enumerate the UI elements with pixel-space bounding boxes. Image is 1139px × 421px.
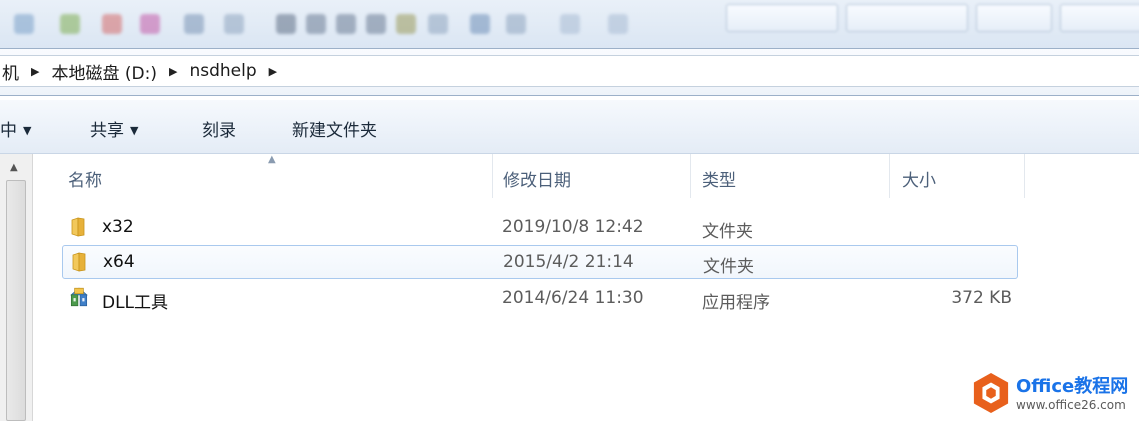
include-in-library-button[interactable]: 中 ▼ (0, 116, 31, 141)
file-name: x64 (103, 252, 135, 272)
new-folder-button[interactable]: 新建文件夹 (292, 116, 377, 141)
blurred-box (976, 4, 1052, 32)
watermark-brand: Office教程网 (1016, 376, 1129, 397)
file-date: 2015/4/2 21:14 (503, 252, 634, 272)
file-date: 2019/10/8 12:42 (502, 217, 644, 237)
file-date: 2014/6/24 11:30 (502, 288, 644, 308)
toolbar-blur-icon (276, 14, 296, 34)
folder-icon (72, 252, 86, 272)
toolbar-blur-icon (366, 14, 386, 34)
vertical-scrollbar[interactable]: ▲ (0, 154, 33, 421)
chevron-down-icon: ▼ (130, 124, 139, 137)
application-icon (70, 287, 88, 307)
blurred-box (726, 4, 838, 32)
column-header-size[interactable]: 大小 (890, 154, 1024, 200)
toolbar-blur-icon (60, 14, 80, 34)
table-row-selected[interactable]: x64 2015/4/2 21:14 文件夹 (62, 245, 1018, 279)
toolbar-blur-icon (336, 14, 356, 34)
column-header-date-label: 修改日期 (503, 171, 571, 191)
folder-icon (71, 217, 85, 237)
toolbar-blur-icon (560, 14, 580, 34)
scrollbar-thumb[interactable] (6, 180, 26, 421)
table-row[interactable]: x32 2019/10/8 12:42 文件夹 (62, 210, 1018, 244)
toolbar-blur-icon (470, 14, 490, 34)
burn-label: 刻录 (202, 121, 236, 141)
column-header-type-label: 类型 (702, 171, 736, 191)
blurred-toolbar (0, 0, 1139, 48)
breadcrumb-item-computer[interactable]: 机 (2, 59, 19, 84)
blurred-box (846, 4, 968, 32)
table-row[interactable]: DLL工具 2014/6/24 11:30 应用程序 372 KB (62, 281, 1018, 315)
toolbar-blur-icon (428, 14, 448, 34)
file-name: x32 (102, 217, 134, 237)
share-label: 共享 (90, 121, 124, 141)
toolbar-blur-icon (306, 14, 326, 34)
burn-button[interactable]: 刻录 (202, 116, 236, 141)
address-bar[interactable]: 机 ▶ 本地磁盘 (D:) ▶ nsdhelp ▶ (0, 48, 1139, 96)
watermark-url: www.office26.com (1016, 398, 1126, 412)
scroll-up-arrow-icon[interactable]: ▲ (10, 162, 18, 173)
file-size: 372 KB (951, 288, 1012, 308)
breadcrumb-arrow-icon[interactable]: ▶ (169, 65, 177, 78)
breadcrumb-item-drive[interactable]: 本地磁盘 (D:) (51, 59, 157, 84)
toolbar-blur-icon (608, 14, 628, 34)
new-folder-label: 新建文件夹 (292, 121, 377, 141)
column-header-name[interactable]: 名称 (62, 154, 492, 200)
column-header-name-label: 名称 (68, 171, 102, 191)
file-type: 应用程序 (702, 293, 770, 313)
toolbar-blur-icon (14, 14, 34, 34)
column-divider[interactable] (1024, 154, 1025, 198)
breadcrumb[interactable]: 机 ▶ 本地磁盘 (D:) ▶ nsdhelp ▶ (0, 55, 1139, 87)
command-bar: 中 ▼ 共享 ▼ 刻录 新建文件夹 (0, 100, 1139, 154)
blurred-box (1060, 4, 1139, 32)
column-header-date[interactable]: 修改日期 (493, 154, 690, 200)
breadcrumb-arrow-icon[interactable]: ▶ (269, 65, 277, 78)
column-header-type[interactable]: 类型 (691, 154, 889, 200)
share-button[interactable]: 共享 ▼ (90, 116, 138, 141)
include-in-library-label: 中 (0, 121, 17, 141)
chevron-down-icon: ▼ (23, 124, 32, 137)
file-type: 文件夹 (702, 222, 753, 242)
toolbar-blur-icon (184, 14, 204, 34)
toolbar-blur-icon (224, 14, 244, 34)
column-header-size-label: 大小 (902, 171, 936, 191)
breadcrumb-item-folder[interactable]: nsdhelp (189, 61, 256, 81)
toolbar-blur-icon (506, 14, 526, 34)
toolbar-blur-icon (140, 14, 160, 34)
file-type: 文件夹 (703, 257, 754, 277)
office-logo-icon (973, 373, 1009, 413)
toolbar-blur-icon (102, 14, 122, 34)
file-name: DLL工具 (102, 293, 169, 313)
watermark: Office教程网 www.office26.com (972, 372, 1132, 418)
breadcrumb-arrow-icon[interactable]: ▶ (31, 65, 39, 78)
toolbar-blur-icon (396, 14, 416, 34)
